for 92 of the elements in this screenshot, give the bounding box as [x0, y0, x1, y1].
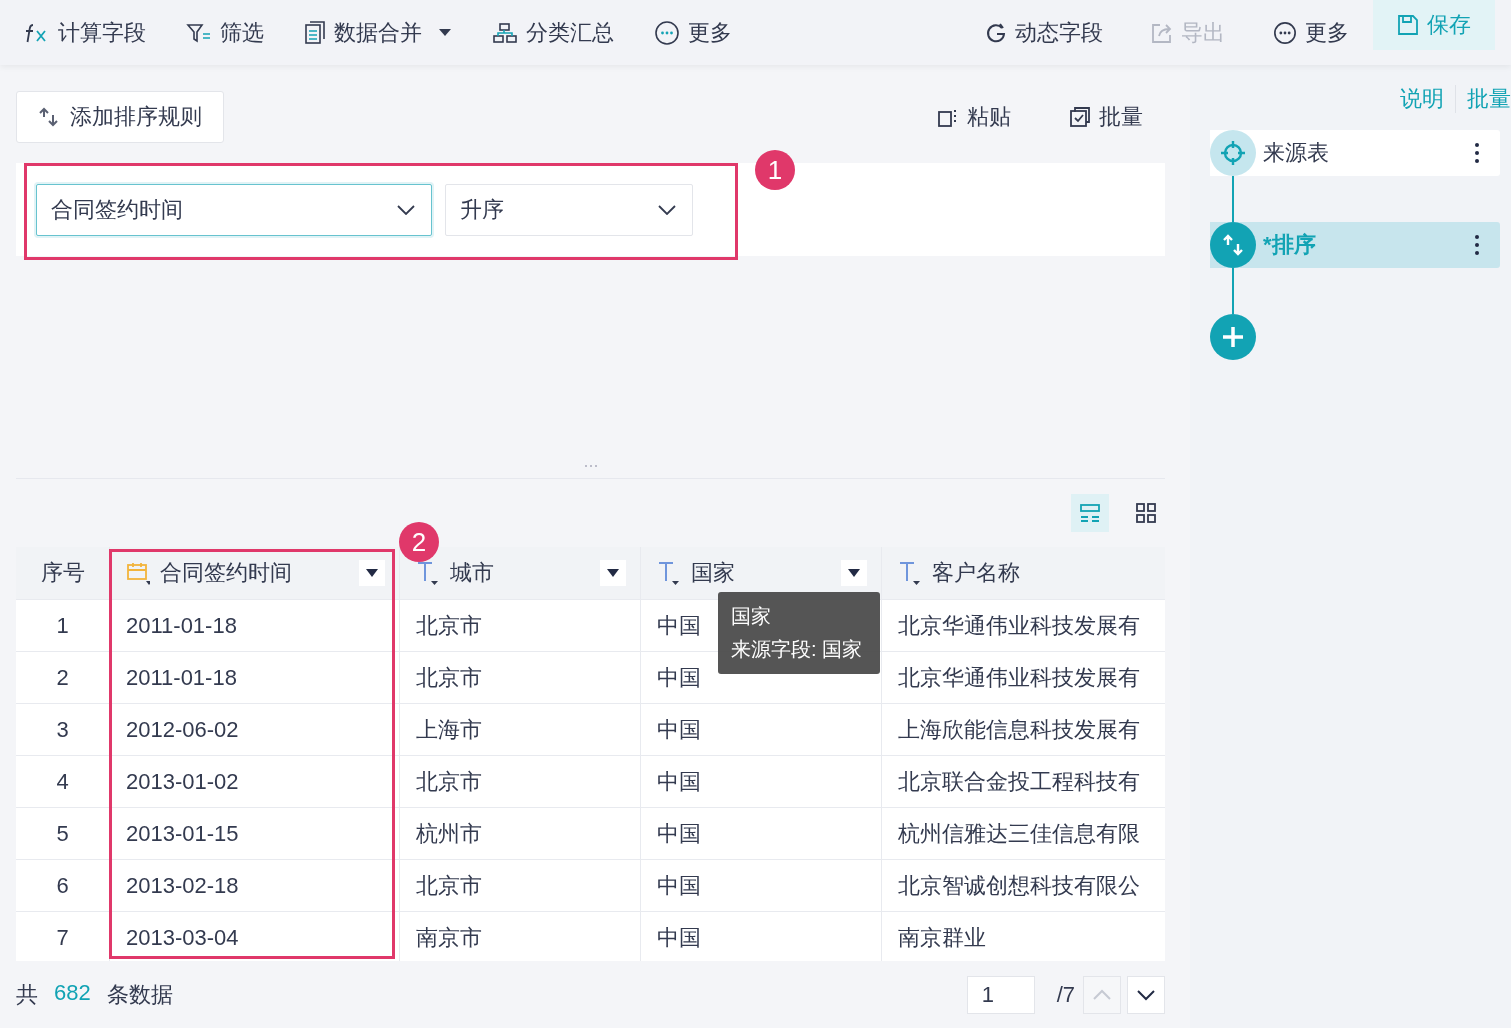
column-menu-button[interactable] [841, 560, 867, 586]
table-cell: 2013-03-04 [110, 912, 400, 961]
text-type-icon [416, 560, 440, 586]
table-cell: 4 [16, 756, 110, 807]
sort-icon [38, 107, 60, 127]
table-cell: 北京市 [400, 600, 641, 651]
table-cell: 北京华通伟业科技发展有 [882, 600, 1165, 651]
add-sort-rule-button[interactable]: 添加排序规则 [16, 91, 224, 143]
table-cell: 北京市 [400, 652, 641, 703]
list-view-toggle[interactable] [1071, 494, 1109, 532]
table-cell: 2011-01-18 [110, 652, 400, 703]
list-view-icon [1079, 502, 1101, 524]
document-icon [304, 20, 326, 45]
add-step-button[interactable] [1210, 314, 1256, 360]
checkbox-icon [1069, 106, 1091, 128]
table-cell: 2011-01-18 [110, 600, 400, 651]
table-cell: 北京智诚创想科技有限公 [882, 860, 1165, 911]
paste-button[interactable]: 粘贴 [937, 102, 1011, 132]
toolbar-button[interactable]: 计算字段 [24, 0, 146, 65]
table-cell: 2 [16, 652, 110, 703]
text-type-icon [898, 560, 922, 586]
toolbar-button[interactable]: 动态字段 [961, 0, 1127, 65]
toolbar-button[interactable]: 筛选 [186, 0, 264, 65]
kebab-menu-icon[interactable] [1474, 142, 1480, 164]
export-icon [1151, 21, 1173, 44]
table-cell: 中国 [641, 860, 882, 911]
column-title: 国家 [691, 559, 735, 587]
table-cell: 中国 [641, 704, 882, 755]
caret-icon [607, 569, 619, 577]
table-cell: 2012-06-02 [110, 704, 400, 755]
table-cell: 2013-02-18 [110, 860, 400, 911]
chevron-down-icon [397, 204, 415, 215]
table-cell: 南京市 [400, 912, 641, 961]
page-input[interactable]: 1 [966, 975, 1035, 1014]
kebab-menu-icon[interactable] [1474, 234, 1480, 256]
column-menu-button[interactable] [600, 560, 626, 586]
table-cell: 5 [16, 808, 110, 859]
table-cell: 杭州市 [400, 808, 641, 859]
field-select[interactable]: 合同签约时间 [36, 183, 432, 236]
refresh-icon [985, 21, 1007, 44]
column-title: 合同签约时间 [160, 559, 292, 587]
table-cell: 中国 [641, 756, 882, 807]
table-cell: 北京市 [400, 756, 641, 807]
chevron-up-icon [1092, 988, 1112, 1001]
toolbar-button[interactable]: 更多 [654, 0, 732, 65]
table-cell: 北京联合金投工程科技有 [882, 756, 1165, 807]
table-cell: 南京群业 [882, 912, 1165, 961]
toolbar-button[interactable]: 数据合并 [304, 0, 452, 65]
order-select[interactable]: 升序 [445, 183, 693, 236]
more-icon [654, 19, 680, 46]
chevron-down-icon [1136, 988, 1156, 1001]
table-cell: 3 [16, 704, 110, 755]
caret-icon [438, 28, 452, 37]
table-cell: 1 [16, 600, 110, 651]
total-count: 682 [54, 979, 91, 1007]
table-cell: 2013-01-02 [110, 756, 400, 807]
text-type-icon [657, 560, 681, 586]
table-cell: 北京市 [400, 860, 641, 911]
table-cell: 中国 [641, 808, 882, 859]
resize-handle-icon[interactable] [583, 464, 598, 468]
save-icon [1397, 14, 1419, 36]
chevron-down-icon [658, 204, 676, 215]
caret-icon [366, 569, 378, 577]
filter-icon [186, 21, 212, 44]
total-label: 共 [16, 980, 38, 1009]
column-title: 序号 [40, 559, 85, 587]
annotation-number: 1 [755, 150, 795, 190]
total-label: 条数据 [106, 980, 173, 1009]
toolbar-button[interactable]: 更多 [1249, 0, 1373, 65]
page-total: /7 [1056, 981, 1075, 1008]
column-menu-button[interactable] [359, 560, 385, 586]
more-icon [1273, 20, 1297, 45]
step-item[interactable]: 来源表 [1210, 130, 1500, 176]
column-title: 城市 [450, 559, 494, 587]
next-page-button[interactable] [1127, 975, 1165, 1014]
table-cell: 北京华通伟业科技发展有 [882, 652, 1165, 703]
table-cell: 6 [16, 860, 110, 911]
table-cell: 上海市 [400, 704, 641, 755]
table-cell: 中国 [641, 912, 882, 961]
column-title: 客户名称 [932, 559, 1020, 587]
table-cell: 7 [16, 912, 110, 961]
toolbar-button[interactable]: 分类汇总 [492, 0, 614, 65]
calendar-icon [126, 561, 150, 585]
tooltip: 国家 来源字段: 国家 [718, 592, 880, 674]
table-cell: 2013-01-15 [110, 808, 400, 859]
table-cell: 上海欣能信息科技发展有 [882, 704, 1165, 755]
annotation-number: 2 [399, 522, 439, 562]
table-cell: 杭州信雅达三佳信息有限 [882, 808, 1165, 859]
grid-view-icon [1135, 502, 1157, 524]
batch-button[interactable]: 批量 [1069, 102, 1143, 132]
caret-icon [848, 569, 860, 577]
hierarchy-icon [492, 21, 518, 44]
